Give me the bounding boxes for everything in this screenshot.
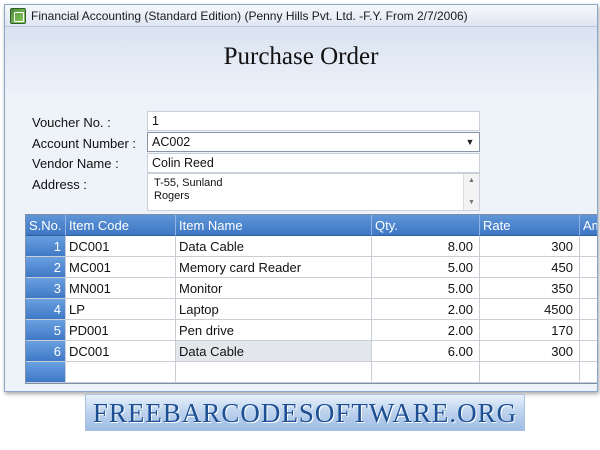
- cell-rate[interactable]: 450: [480, 257, 580, 278]
- address-line-1: T-55, Sunland: [154, 177, 223, 189]
- cell-rate[interactable]: 170: [480, 320, 580, 341]
- window-title: Financial Accounting (Standard Edition) …: [31, 8, 468, 23]
- cell-item-name[interactable]: Laptop: [176, 299, 372, 320]
- account-select[interactable]: AC002 ▼: [147, 132, 480, 152]
- cell-rate[interactable]: 350: [480, 278, 580, 299]
- cell-rate[interactable]: 300: [480, 236, 580, 257]
- cell-qty[interactable]: [372, 362, 480, 383]
- cell-qty[interactable]: 2.00: [372, 320, 480, 341]
- cell-qty[interactable]: 6.00: [372, 341, 480, 362]
- table-row[interactable]: 5 PD001 Pen drive 2.00 170: [26, 320, 597, 341]
- row-number: 6: [26, 341, 66, 362]
- main-window: Financial Accounting (Standard Edition) …: [4, 4, 598, 392]
- vendor-label: Vendor Name :: [32, 156, 119, 171]
- vendor-value: Colin Reed: [152, 156, 214, 170]
- table-row[interactable]: 4 LP Laptop 2.00 4500: [26, 299, 597, 320]
- grid-header: S.No. Item Code Item Name Qty. Rate Am: [26, 215, 597, 236]
- cell-qty[interactable]: 5.00: [372, 278, 480, 299]
- cell-item-code[interactable]: MN001: [66, 278, 176, 299]
- voucher-field[interactable]: 1: [147, 111, 480, 131]
- chevron-down-icon[interactable]: ▼: [464, 136, 476, 148]
- cell-rate[interactable]: 300: [480, 341, 580, 362]
- cell-item-code[interactable]: DC001: [66, 341, 176, 362]
- address-label: Address :: [32, 177, 87, 192]
- form-area: Purchase Order Voucher No. : 1 Account N…: [5, 27, 597, 391]
- page-title: Purchase Order: [223, 43, 379, 70]
- scroll-down-icon[interactable]: ▼: [464, 198, 479, 208]
- col-header-amount[interactable]: Am: [580, 215, 597, 236]
- vendor-field[interactable]: Colin Reed: [147, 153, 480, 173]
- cell-qty[interactable]: 2.00: [372, 299, 480, 320]
- scroll-up-icon[interactable]: ▲: [464, 176, 479, 186]
- cell-item-code[interactable]: PD001: [66, 320, 176, 341]
- cell-qty[interactable]: 5.00: [372, 257, 480, 278]
- col-header-item-code[interactable]: Item Code: [66, 215, 176, 236]
- address-line-2: Rogers: [154, 190, 190, 202]
- cell-amount[interactable]: [580, 362, 597, 383]
- cell-rate[interactable]: [480, 362, 580, 383]
- row-number: 5: [26, 320, 66, 341]
- col-header-qty[interactable]: Qty.: [372, 215, 480, 236]
- address-scrollbar[interactable]: ▲ ▼: [463, 174, 479, 210]
- voucher-label: Voucher No. :: [32, 115, 111, 130]
- cell-item-code[interactable]: DC001: [66, 236, 176, 257]
- cell-item-name[interactable]: [176, 362, 372, 383]
- cell-amount[interactable]: [580, 257, 597, 278]
- table-row[interactable]: 3 MN001 Monitor 5.00 350: [26, 278, 597, 299]
- account-value: AC002: [152, 135, 191, 149]
- col-header-sno[interactable]: S.No.: [26, 215, 66, 236]
- title-bar[interactable]: Financial Accounting (Standard Edition) …: [5, 5, 597, 27]
- cell-item-name[interactable]: Memory card Reader: [176, 257, 372, 278]
- cell-item-name[interactable]: Data Cable: [176, 341, 372, 362]
- cell-amount[interactable]: [580, 278, 597, 299]
- cell-amount[interactable]: [580, 320, 597, 341]
- items-grid: S.No. Item Code Item Name Qty. Rate Am 1…: [25, 214, 597, 384]
- cell-item-name[interactable]: Monitor: [176, 278, 372, 299]
- row-number: 2: [26, 257, 66, 278]
- account-label: Account Number :: [32, 136, 137, 151]
- cell-amount[interactable]: [580, 236, 597, 257]
- col-header-rate[interactable]: Rate: [480, 215, 580, 236]
- cell-qty[interactable]: 8.00: [372, 236, 480, 257]
- cell-item-name[interactable]: Pen drive: [176, 320, 372, 341]
- row-number: 3: [26, 278, 66, 299]
- address-textarea[interactable]: T-55, Sunland Rogers ▲ ▼: [147, 173, 480, 211]
- col-header-item-name[interactable]: Item Name: [176, 215, 372, 236]
- cell-amount[interactable]: [580, 299, 597, 320]
- cell-item-code[interactable]: [66, 362, 176, 383]
- cell-item-code[interactable]: MC001: [66, 257, 176, 278]
- cell-amount[interactable]: [580, 341, 597, 362]
- website-banner: FREEBARCODESOFTWARE.ORG: [85, 394, 525, 431]
- row-number: 4: [26, 299, 66, 320]
- cell-item-name[interactable]: Data Cable: [176, 236, 372, 257]
- cell-item-code[interactable]: LP: [66, 299, 176, 320]
- table-row-new[interactable]: [26, 362, 597, 383]
- app-icon: [10, 7, 26, 24]
- voucher-value: 1: [152, 114, 159, 128]
- cell-rate[interactable]: 4500: [480, 299, 580, 320]
- table-row[interactable]: 2 MC001 Memory card Reader 5.00 450: [26, 257, 597, 278]
- table-row[interactable]: 6 DC001 Data Cable 6.00 300: [26, 341, 597, 362]
- row-number: 1: [26, 236, 66, 257]
- table-row[interactable]: 1 DC001 Data Cable 8.00 300: [26, 236, 597, 257]
- row-number: [26, 362, 66, 383]
